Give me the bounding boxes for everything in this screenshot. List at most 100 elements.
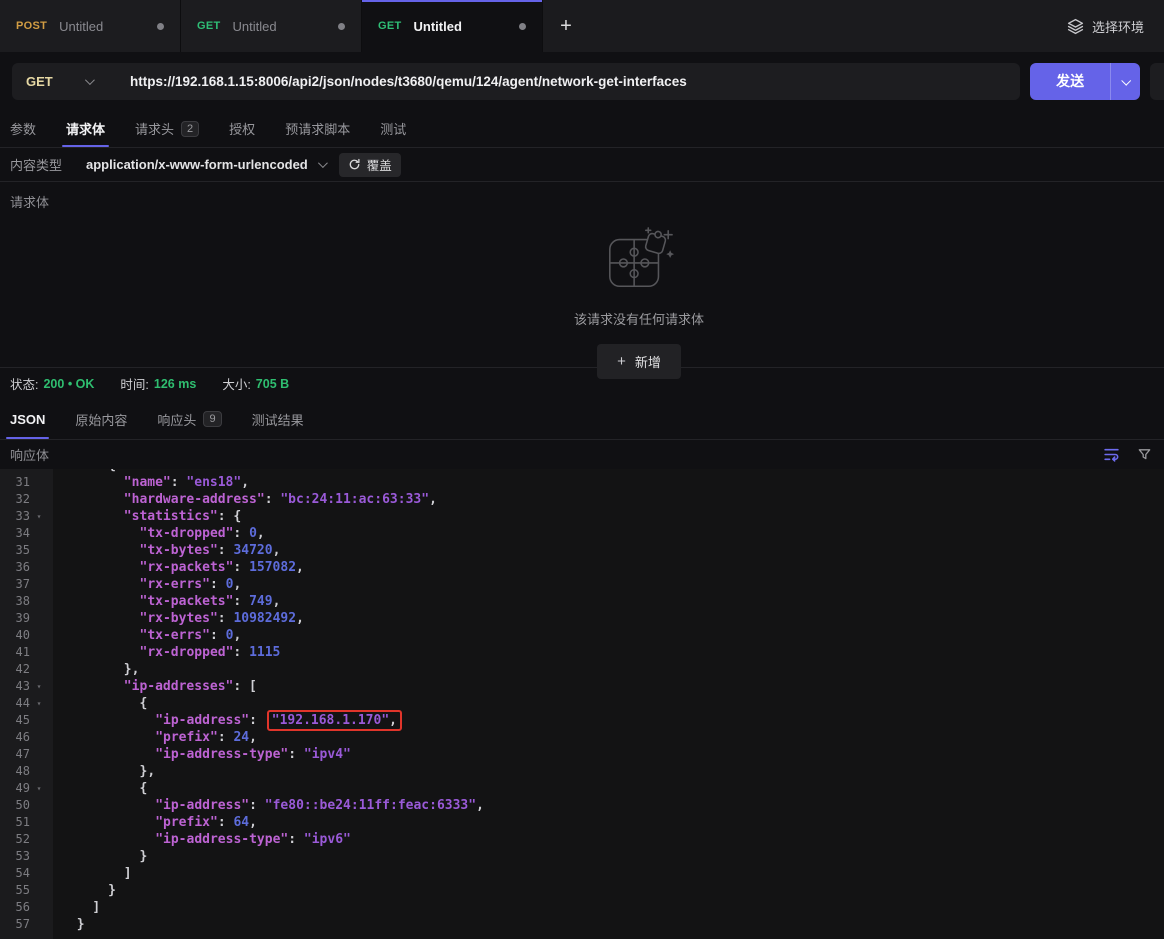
time-value: 126 ms xyxy=(154,377,196,391)
new-tab-button[interactable]: + xyxy=(543,0,589,52)
tab-test-results[interactable]: 测试结果 xyxy=(252,399,304,439)
tab-label: JSON xyxy=(10,412,45,427)
plus-icon: + xyxy=(617,353,626,370)
tab-label: 参数 xyxy=(10,119,36,138)
fold-arrow-icon[interactable]: ▾ xyxy=(30,695,48,712)
tab-tests[interactable]: 测试 xyxy=(380,110,406,147)
add-body-button[interactable]: + 新增 xyxy=(597,344,681,379)
fold-arrow-icon xyxy=(30,559,48,576)
size-value: 705 B xyxy=(256,377,289,391)
send-options-dropdown[interactable] xyxy=(1110,63,1140,100)
line-number: 48 xyxy=(0,763,30,780)
line-number: 45 xyxy=(0,712,30,729)
tab-body[interactable]: 请求体 xyxy=(66,110,105,147)
fold-arrow-icon xyxy=(30,525,48,542)
editor-tab[interactable]: POSTUntitled xyxy=(0,0,181,52)
url-box: GET xyxy=(12,63,1020,100)
line-number: 40 xyxy=(0,627,30,644)
json-response-viewer[interactable]: 30▾{31"name": "ens18",32"hardware-addres… xyxy=(0,469,1164,939)
line-number: 36 xyxy=(0,559,30,576)
status-item: 状态: 200 • OK xyxy=(10,374,94,393)
code-line: 57} xyxy=(0,916,1164,933)
fold-arrow-icon xyxy=(30,831,48,848)
fold-arrow-icon xyxy=(30,644,48,661)
save-button-partial[interactable] xyxy=(1150,63,1164,100)
code-line: 50"ip-address": "fe80::be24:11ff:feac:63… xyxy=(0,797,1164,814)
code-line: 46"prefix": 24, xyxy=(0,729,1164,746)
code-line: 49▾{ xyxy=(0,780,1164,797)
code-line: 36"rx-packets": 157082, xyxy=(0,559,1164,576)
editor-tab-bar: POSTUntitledGETUntitledGETUntitled + 选择环… xyxy=(0,0,1164,52)
line-number: 35 xyxy=(0,542,30,559)
send-button-label: 发送 xyxy=(1030,63,1110,100)
line-number: 38 xyxy=(0,593,30,610)
request-bar: GET 发送 xyxy=(0,52,1164,110)
code-line: 47"ip-address-type": "ipv4" xyxy=(0,746,1164,763)
refresh-icon xyxy=(348,158,361,171)
unsaved-dot-icon xyxy=(338,23,345,30)
tab-label: 预请求脚本 xyxy=(285,119,350,138)
tab-label: 请求头 xyxy=(135,119,174,138)
environment-selector-label: 选择环境 xyxy=(1092,17,1144,36)
line-number: 42 xyxy=(0,661,30,678)
request-body-section: 请求体 该请求没有任何请求体 + 新增 xyxy=(0,182,1164,368)
override-button[interactable]: 覆盖 xyxy=(339,153,401,177)
code-line: 52"ip-address-type": "ipv6" xyxy=(0,831,1164,848)
url-input[interactable] xyxy=(130,74,1020,89)
word-wrap-toggle[interactable] xyxy=(1103,446,1120,463)
response-body-label: 响应体 xyxy=(10,445,49,464)
line-number: 55 xyxy=(0,882,30,899)
fold-arrow-icon xyxy=(30,491,48,508)
code-line: 54] xyxy=(0,865,1164,882)
fold-arrow-icon[interactable]: ▾ xyxy=(30,780,48,797)
override-button-label: 覆盖 xyxy=(367,155,392,174)
plus-icon: + xyxy=(560,15,572,38)
code-line: 48}, xyxy=(0,763,1164,780)
fold-arrow-icon[interactable]: ▾ xyxy=(30,508,48,525)
editor-tab[interactable]: GETUntitled xyxy=(181,0,362,52)
empty-state-text: 该请求没有任何请求体 xyxy=(574,309,704,328)
filter-button[interactable] xyxy=(1137,447,1152,462)
fold-arrow-icon xyxy=(30,746,48,763)
tab-json[interactable]: JSON xyxy=(10,399,45,439)
fold-arrow-icon xyxy=(30,848,48,865)
line-number: 50 xyxy=(0,797,30,814)
code-line: 44▾{ xyxy=(0,695,1164,712)
tab-auth[interactable]: 授权 xyxy=(229,110,255,147)
fold-arrow-icon xyxy=(30,712,48,729)
editor-tab[interactable]: GETUntitled xyxy=(362,0,543,52)
fold-arrow-icon[interactable]: ▾ xyxy=(30,678,48,695)
tab-prescript[interactable]: 预请求脚本 xyxy=(285,110,350,147)
method-selector[interactable]: GET xyxy=(12,74,130,89)
tab-resp-headers[interactable]: 响应头9 xyxy=(157,399,221,439)
line-number: 41 xyxy=(0,644,30,661)
size-label: 大小: xyxy=(222,374,250,393)
code-line: 39"rx-bytes": 10982492, xyxy=(0,610,1164,627)
tab-label: 请求体 xyxy=(66,119,105,138)
line-number: 47 xyxy=(0,746,30,763)
environment-selector[interactable]: 选择环境 xyxy=(1067,0,1144,52)
chevron-down-icon xyxy=(1121,75,1131,85)
fold-arrow-icon xyxy=(30,899,48,916)
code-line: 35"tx-bytes": 34720, xyxy=(0,542,1164,559)
line-number: 37 xyxy=(0,576,30,593)
tab-params[interactable]: 参数 xyxy=(10,110,36,147)
tab-raw[interactable]: 原始内容 xyxy=(75,399,127,439)
highlight-annotation: "192.168.1.170", xyxy=(267,710,402,731)
tab-title: Untitled xyxy=(233,19,277,34)
add-body-button-label: 新增 xyxy=(635,352,661,371)
send-button[interactable]: 发送 xyxy=(1030,63,1140,100)
content-type-select[interactable]: application/x-www-form-urlencoded xyxy=(86,157,325,172)
code-line: 55} xyxy=(0,882,1164,899)
code-line: 43▾"ip-addresses": [ xyxy=(0,678,1164,695)
line-number: 39 xyxy=(0,610,30,627)
line-number: 56 xyxy=(0,899,30,916)
code-line: 42}, xyxy=(0,661,1164,678)
unsaved-dot-icon xyxy=(519,23,526,30)
code-line: 32"hardware-address": "bc:24:11:ac:63:33… xyxy=(0,491,1164,508)
code-line: 31"name": "ens18", xyxy=(0,474,1164,491)
tab-headers[interactable]: 请求头2 xyxy=(135,110,199,147)
word-wrap-icon xyxy=(1103,446,1120,463)
editor-tabs: POSTUntitledGETUntitledGETUntitled xyxy=(0,0,543,52)
tab-label: 响应头 xyxy=(157,410,196,429)
